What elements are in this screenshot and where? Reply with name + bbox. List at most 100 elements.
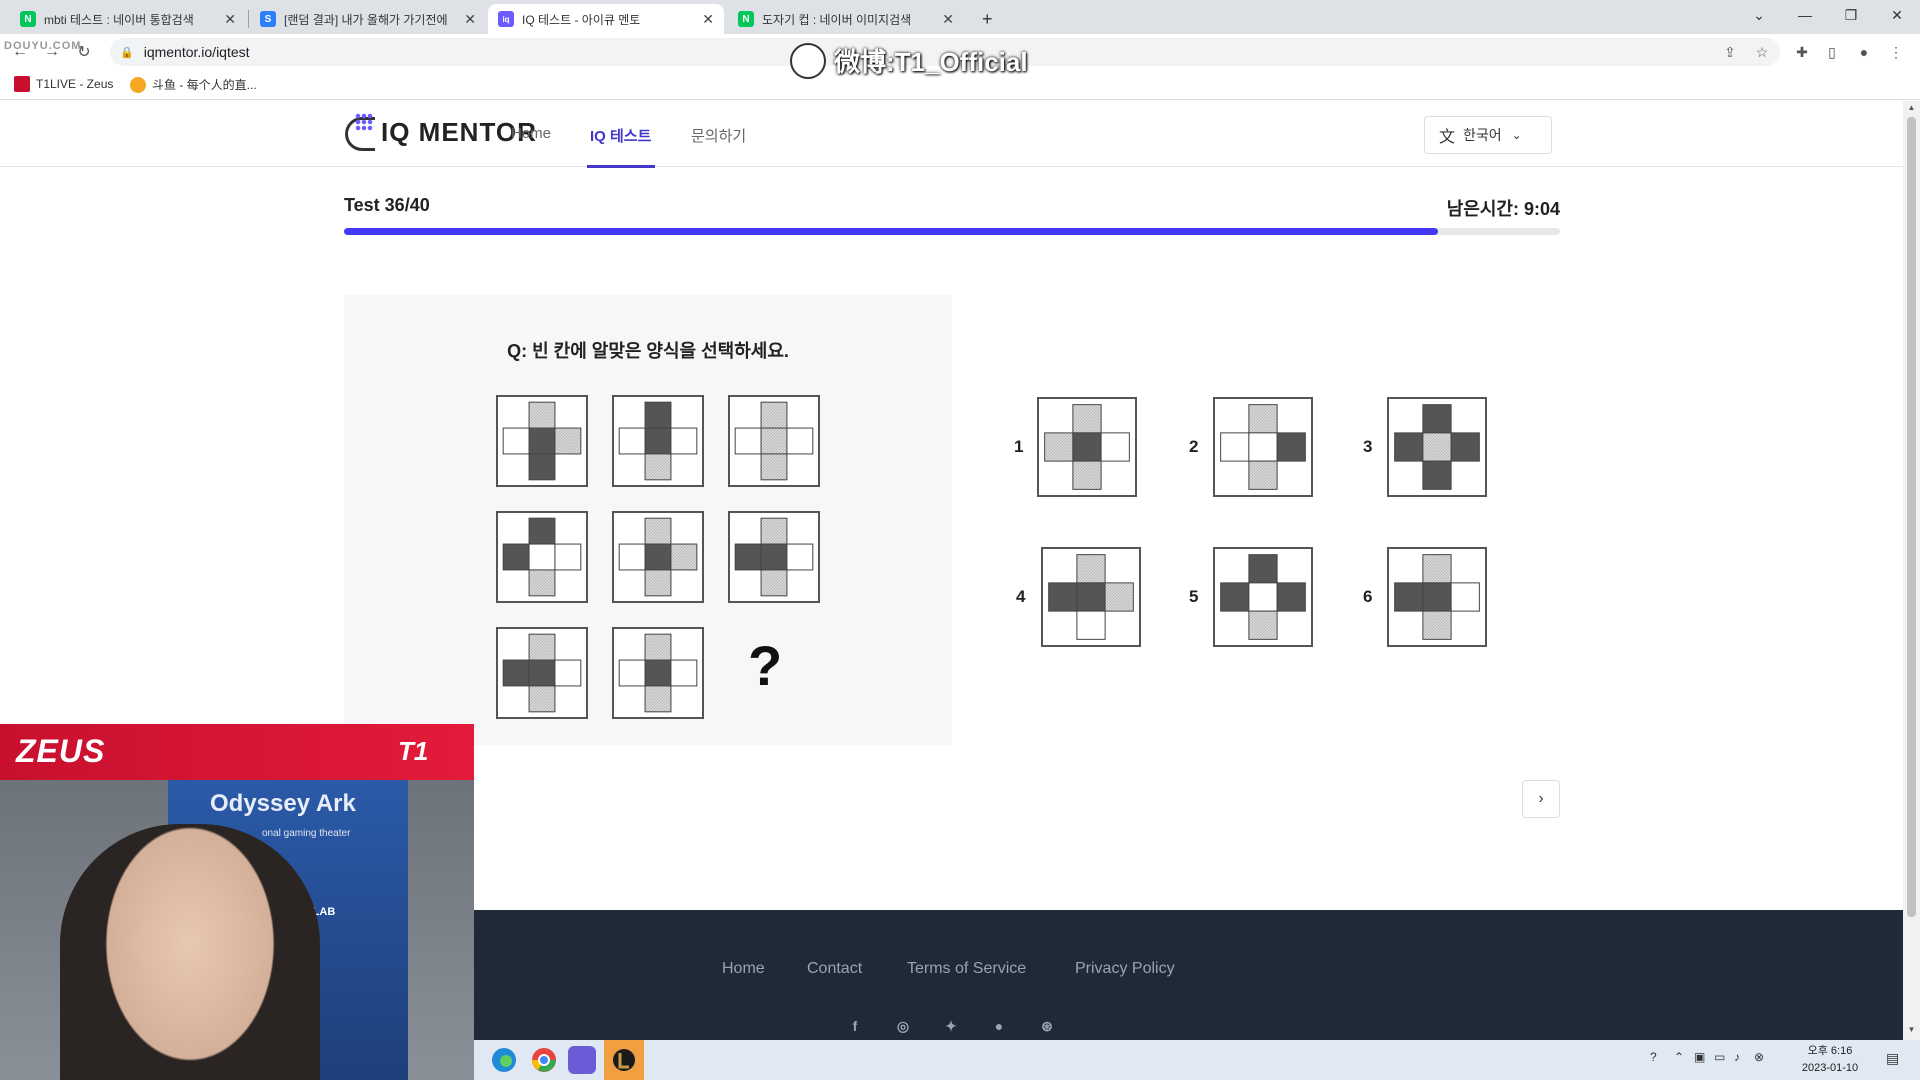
footer-home-link[interactable]: Home <box>722 960 765 978</box>
footer-contact-link[interactable]: Contact <box>807 960 862 978</box>
matrix-cell <box>496 395 588 487</box>
answer-option-4[interactable] <box>1041 547 1141 647</box>
tray-chevron-up-icon[interactable]: ⌃ <box>1674 1050 1684 1064</box>
meet-icon[interactable]: ▣ <box>1694 1050 1705 1064</box>
side-panel-icon[interactable]: ▯ <box>1822 42 1842 62</box>
cross-right-square <box>670 427 698 455</box>
github-icon[interactable]: ● <box>989 1016 1009 1036</box>
cross-top-square <box>1076 554 1106 584</box>
cross-pattern <box>1048 554 1134 640</box>
option-number: 2 <box>1189 437 1199 456</box>
app-launcher-icon[interactable] <box>568 1046 596 1074</box>
scroll-up-arrow-icon[interactable]: ▲ <box>1903 103 1920 117</box>
language-select[interactable]: 文 한국어 ⌄ <box>1424 116 1552 154</box>
answer-option-3[interactable] <box>1387 397 1487 497</box>
tab-separator <box>248 10 249 28</box>
minimize-button[interactable]: — <box>1782 0 1828 30</box>
menu-icon[interactable]: ⋮ <box>1886 42 1906 62</box>
cross-pattern <box>1394 554 1480 640</box>
page-scrollbar[interactable]: ▲ ▼ <box>1903 101 1920 1040</box>
cross-left-square <box>618 659 646 687</box>
cross-left-square <box>502 659 530 687</box>
scrollbar-thumb[interactable] <box>1907 117 1916 917</box>
next-button[interactable]: › <box>1522 780 1560 818</box>
cross-top-square <box>1072 404 1102 434</box>
twitter-icon[interactable]: ✦ <box>941 1016 961 1036</box>
site-header: IQ MENTOR Home IQ 테스트 문의하기 文 한국어 ⌄ <box>0 101 1903 168</box>
profile-icon[interactable]: ● <box>1854 42 1874 62</box>
cross-top-square <box>528 401 556 429</box>
bookmark-douyu[interactable]: 斗鱼 - 每个人的直... <box>130 76 257 93</box>
language-label: 한국어 <box>1463 127 1502 143</box>
close-window-button[interactable]: ✕ <box>1874 0 1920 30</box>
chrome-icon[interactable] <box>528 1044 560 1076</box>
nav-contact[interactable]: 문의하기 <box>691 125 746 146</box>
help-icon[interactable]: ? <box>1650 1050 1657 1064</box>
cross-right-square <box>1450 432 1480 462</box>
cross-left-square <box>502 543 530 571</box>
close-tab-icon[interactable]: ✕ <box>224 11 236 28</box>
network-icon[interactable]: ▭ <box>1714 1050 1725 1064</box>
tab-title: mbti 테스트 : 네이버 통합검색 <box>44 12 194 27</box>
share-icon[interactable]: ⇪ <box>1720 42 1740 62</box>
instagram-icon[interactable]: ◎ <box>893 1016 913 1036</box>
cross-right-square <box>554 543 582 571</box>
edge-icon[interactable] <box>488 1044 520 1076</box>
cross-right-square <box>1450 582 1480 612</box>
cross-bottom-square <box>760 569 788 597</box>
facebook-icon[interactable]: f <box>845 1016 865 1036</box>
answer-option-1[interactable] <box>1037 397 1137 497</box>
new-tab-button[interactable]: + <box>972 4 1002 34</box>
league-icon[interactable] <box>604 1040 644 1080</box>
nav-home[interactable]: Home <box>511 125 551 142</box>
cross-center-square <box>1422 582 1452 612</box>
bookmark-t1live[interactable]: T1LIVE - Zeus <box>14 76 113 92</box>
cross-right-square <box>1100 432 1130 462</box>
iq-mentor-logo[interactable]: IQ MENTOR <box>343 111 537 153</box>
chevron-down-icon: ⌄ <box>1511 128 1522 142</box>
footer-terms-link[interactable]: Terms of Service <box>907 960 1026 978</box>
cross-bottom-square <box>644 453 672 481</box>
tab-iq-test[interactable]: iq IQ 테스트 - 아이큐 멘토 ✕ <box>488 4 724 34</box>
cross-bottom-square <box>528 453 556 481</box>
cross-top-square <box>644 401 672 429</box>
answer-option-6[interactable] <box>1387 547 1487 647</box>
cross-top-square <box>1248 554 1278 584</box>
notifications-icon[interactable]: ▤ <box>1886 1050 1899 1067</box>
close-tab-icon[interactable]: ✕ <box>464 11 476 28</box>
cross-center-square <box>528 659 556 687</box>
cross-top-square <box>644 633 672 661</box>
footer-privacy-link[interactable]: Privacy Policy <box>1075 960 1175 978</box>
cross-pattern <box>618 401 698 481</box>
cross-left-square <box>1220 432 1250 462</box>
site-footer: Home Contact Terms of Service Privacy Po… <box>474 910 1903 1040</box>
cross-right-square <box>1104 582 1134 612</box>
cross-center-square <box>1072 432 1102 462</box>
bookmark-star-icon[interactable]: ☆ <box>1752 42 1772 62</box>
cross-bottom-square <box>1248 460 1278 490</box>
answer-option-5[interactable] <box>1213 547 1313 647</box>
matrix-cell <box>612 627 704 719</box>
tab-random-result[interactable]: S [랜덤 결과] 내가 올해가 가기전에 ✕ <box>250 4 486 34</box>
nav-iq-test[interactable]: IQ 테스트 <box>590 125 651 146</box>
close-tab-icon[interactable]: ✕ <box>942 11 954 28</box>
restore-button[interactable]: ❐ <box>1828 0 1874 30</box>
close-tab-icon[interactable]: ✕ <box>702 11 714 28</box>
cross-left-square <box>618 543 646 571</box>
system-clock[interactable]: 오후 6:16 2023-01-10 <box>1794 1043 1866 1077</box>
ime-icon[interactable]: ⊗ <box>1754 1050 1764 1064</box>
tab-naver-image[interactable]: N 도자기 컵 : 네이버 이미지검색 ✕ <box>728 4 964 34</box>
scroll-down-arrow-icon[interactable]: ▼ <box>1903 1025 1920 1039</box>
cross-right-square <box>554 659 582 687</box>
cross-pattern <box>1394 404 1480 490</box>
volume-icon[interactable]: ♪ <box>1734 1050 1740 1064</box>
cross-center-square <box>1248 582 1278 612</box>
extensions-icon[interactable]: ✚ <box>1792 42 1812 62</box>
dribbble-icon[interactable]: ⊛ <box>1037 1016 1057 1036</box>
tab-naver-mbti[interactable]: N mbti 테스트 : 네이버 통합검색 ✕ <box>10 4 246 34</box>
question-panel: Q: 빈 칸에 알맞은 양식을 선택하세요. ? <box>344 295 952 745</box>
t1-logo: T1 <box>398 736 429 766</box>
cross-bottom-square <box>1076 610 1106 640</box>
tab-list-button[interactable]: ⌄ <box>1736 0 1782 30</box>
answer-option-2[interactable] <box>1213 397 1313 497</box>
